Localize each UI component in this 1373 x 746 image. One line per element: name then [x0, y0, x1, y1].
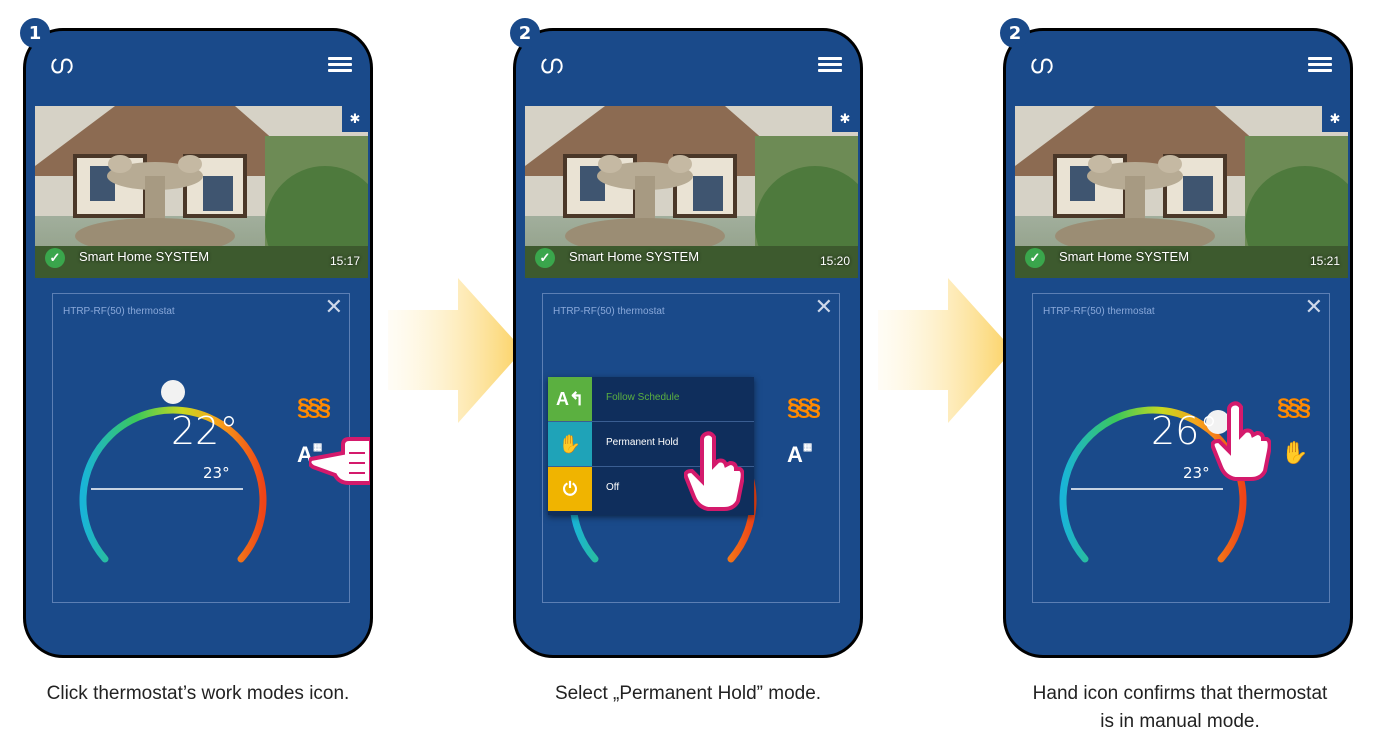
setpoint-temperature: 22° — [171, 409, 239, 453]
system-name: Smart Home SYSTEM — [569, 249, 700, 264]
setpoint-temperature: 26° — [1151, 409, 1219, 453]
heating-waves-icon: §§§ — [297, 394, 331, 421]
app-screen: ഗ — [23, 28, 373, 658]
salus-logo-icon[interactable]: ഗ — [539, 51, 563, 77]
auto-schedule-icon[interactable]: A▦ — [787, 442, 812, 468]
check-icon: ✓ — [1025, 248, 1045, 268]
app-screen: ഗ — [1003, 28, 1353, 658]
step-badge: 2 — [1000, 18, 1030, 48]
gear-icon[interactable]: ✱ — [1322, 106, 1348, 132]
step-caption: Click thermostat’s work modes icon. — [46, 683, 350, 704]
close-icon[interactable]: ✕ — [815, 296, 833, 318]
thermostat-card: HTRP-RF(50) thermostat ✕ 26° 23° §§§ ✋ — [1032, 293, 1330, 603]
dial-knob[interactable] — [161, 380, 185, 404]
clock-time: 15:20 — [819, 254, 850, 268]
clock-time: 15:17 — [329, 254, 360, 268]
menu-item-label: Follow Schedule — [606, 392, 680, 403]
home-photo: ✱ ✓ Smart Home SYSTEM 15:21 — [1015, 106, 1348, 278]
temperature-dial[interactable] — [73, 364, 273, 574]
thermostat-title: HTRP-RF(50) thermostat — [1043, 306, 1155, 317]
tapping-hand-icon — [309, 437, 370, 485]
menu-item-label: Permanent Hold — [606, 437, 679, 448]
step-caption: Hand icon confirms that thermostat is in… — [990, 680, 1370, 736]
check-icon: ✓ — [535, 248, 555, 268]
salus-logo-icon[interactable]: ഗ — [1029, 51, 1053, 77]
salus-logo-icon[interactable]: ഗ — [49, 51, 73, 77]
gear-icon[interactable]: ✱ — [342, 106, 368, 132]
arrow-right-icon — [878, 278, 1013, 423]
hamburger-menu-icon[interactable] — [328, 57, 352, 73]
phone-mockup: ഗ — [20, 0, 400, 660]
hamburger-menu-icon[interactable] — [818, 57, 842, 73]
menu-item-follow-schedule[interactable]: A↰ Follow Schedule — [548, 377, 754, 422]
tapping-hand-icon — [1211, 401, 1271, 481]
hamburger-menu-icon[interactable] — [1308, 57, 1332, 73]
thermostat-card: HTRP-RF(50) thermostat ✕ 22° 23° §§§ A▦ — [52, 293, 350, 603]
phone-mockup: ഗ — [510, 0, 890, 660]
home-photo: ✱ ✓ Smart Home SYSTEM 15:20 — [525, 106, 858, 278]
home-photo: ✱ ✓ Smart Home SYSTEM 15:17 — [35, 106, 368, 278]
app-screen: ഗ — [513, 28, 863, 658]
thermostat-title: HTRP-RF(50) thermostat — [553, 306, 665, 317]
clock-time: 15:21 — [1309, 254, 1340, 268]
close-icon[interactable]: ✕ — [325, 296, 343, 318]
close-icon[interactable]: ✕ — [1305, 296, 1323, 318]
phone-mockup: ഗ — [1000, 0, 1373, 660]
heating-waves-icon: §§§ — [1277, 394, 1311, 421]
hand-icon: ✋ — [548, 422, 592, 466]
step-panel-3: ഗ ✱ ✓ Smart Home SYSTEM 15:21 HTRP-RF(50… — [1000, 0, 1373, 746]
tapping-hand-icon — [684, 431, 744, 511]
step-caption: Select „Permanent Hold” mode. — [554, 683, 822, 704]
caption-line: is in manual mode. — [1100, 711, 1260, 732]
gear-icon[interactable]: ✱ — [832, 106, 858, 132]
system-name: Smart Home SYSTEM — [1059, 249, 1190, 264]
system-name: Smart Home SYSTEM — [79, 249, 210, 264]
step-badge: 1 — [20, 18, 50, 48]
auto-schedule-icon: A↰ — [548, 377, 592, 421]
step-panel-2: ഗ ✱ ✓ Smart Home SYSTEM 15:20 HTRP-RF(50… — [510, 0, 890, 746]
hand-icon[interactable]: ✋ — [1281, 440, 1308, 466]
current-temperature: 23° — [203, 464, 230, 482]
arrow-right-icon — [388, 278, 523, 423]
step-badge: 2 — [510, 18, 540, 48]
caption-line: Hand icon confirms that thermostat — [1032, 683, 1328, 704]
heating-waves-icon: §§§ — [787, 394, 821, 421]
menu-item-label: Off — [606, 482, 620, 493]
step-panel-1: ഗ ✱ ✓ Smart Home SYSTEM 15:17 HTRP-RF(50… — [20, 0, 400, 746]
power-icon: ⏻ — [548, 467, 592, 511]
thermostat-title: HTRP-RF(50) thermostat — [63, 306, 175, 317]
check-icon: ✓ — [45, 248, 65, 268]
current-temperature: 23° — [1183, 464, 1210, 482]
